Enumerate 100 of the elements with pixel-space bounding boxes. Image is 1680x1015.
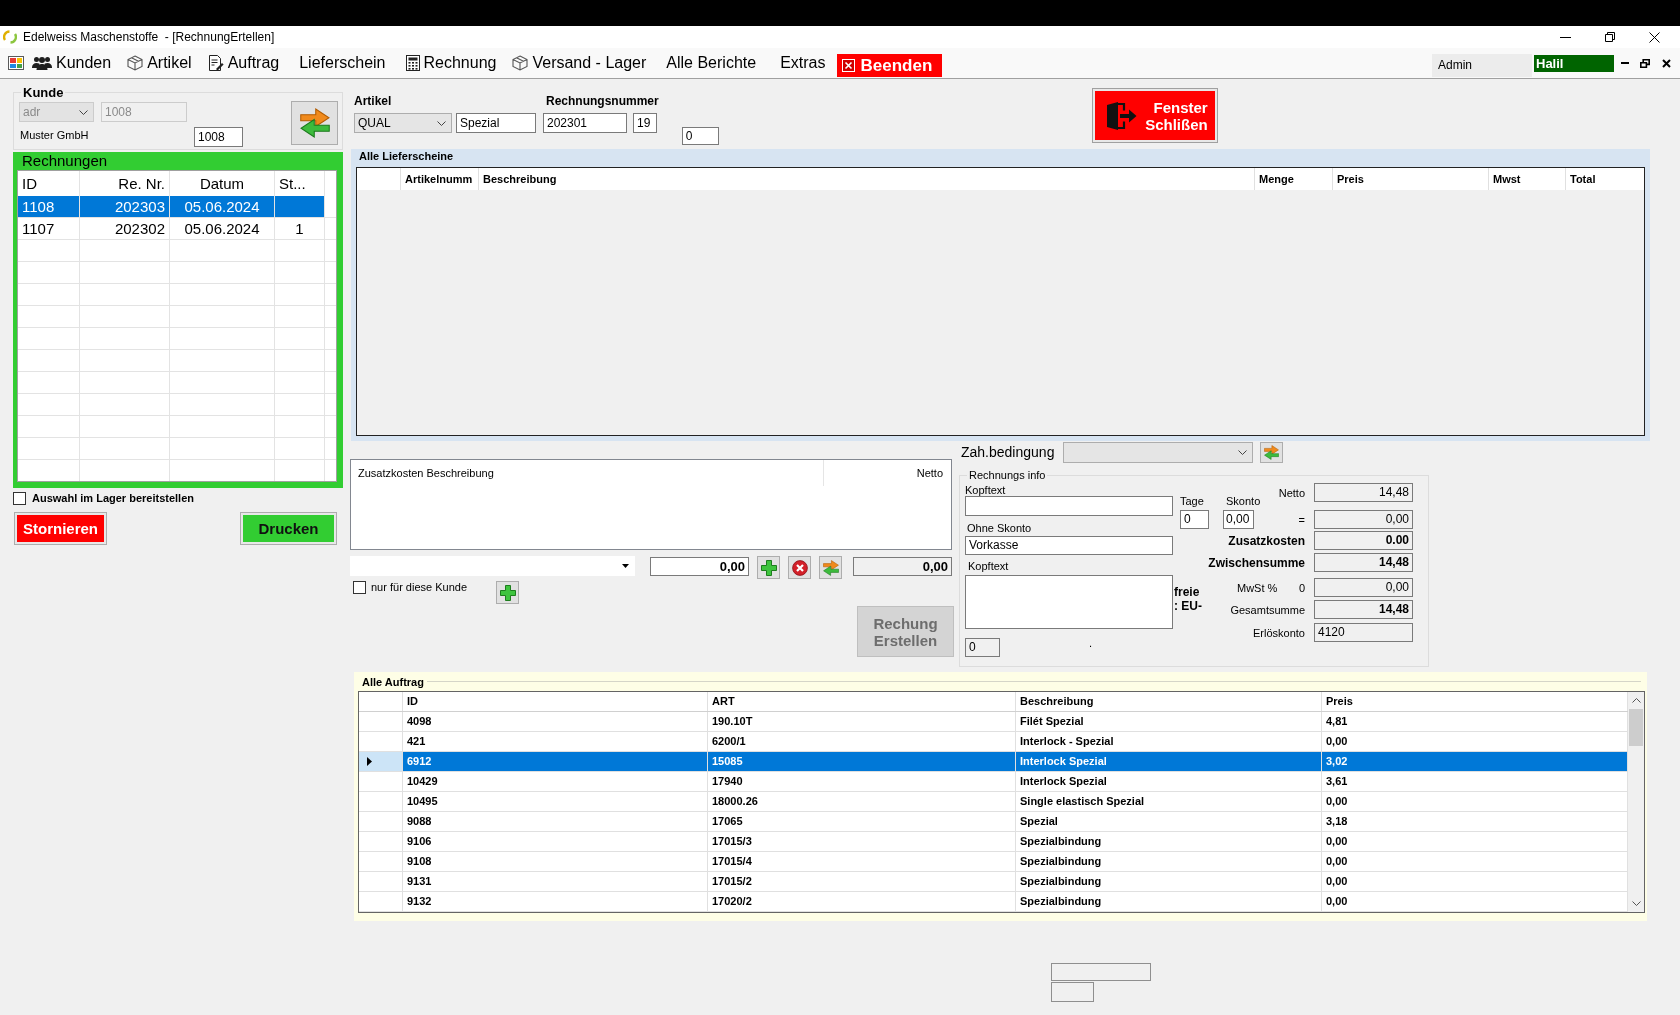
table-row[interactable]: 1108 202303 05.06.2024 (18, 196, 336, 218)
text-field[interactable]: 202301 (543, 113, 627, 133)
add-button[interactable] (757, 556, 780, 579)
column-header[interactable]: Beschreibung (479, 168, 1255, 190)
chevron-down-icon[interactable] (1631, 901, 1641, 906)
table-cell: 17020/2 (708, 892, 1016, 911)
table-row[interactable]: 6912 15085 Interlock Spezial 3,02 (359, 752, 1628, 772)
minimize-icon[interactable] (1560, 36, 1571, 38)
group-title: Alle Auftrag (362, 674, 424, 689)
chevron-down-icon (79, 109, 88, 115)
column-header[interactable]: Netto (824, 460, 950, 486)
text-field[interactable]: Vorkasse (965, 536, 1173, 555)
column-header[interactable]: Beschreibung (1016, 692, 1322, 711)
swap-button[interactable] (291, 101, 338, 145)
label: Tage (1180, 495, 1205, 508)
table-row[interactable]: 10495 18000.26 Single elastisch Spezial 0,00 (359, 792, 1628, 812)
text-field[interactable]: 14,48 (1314, 483, 1413, 502)
column-header[interactable]: Menge (1255, 168, 1333, 190)
column-header[interactable]: Artikelnumm (401, 168, 479, 190)
column-header[interactable]: Mwst (1489, 168, 1566, 190)
text-field[interactable]: 0 (1180, 510, 1209, 529)
caret-right-icon (367, 757, 372, 766)
text-field[interactable]: 0,00 (1314, 510, 1413, 529)
table-row[interactable]: 9132 17020/2 Spezialbindung 0,00 (359, 892, 1628, 912)
text-field[interactable]: 0.00 (1314, 531, 1413, 550)
text-field[interactable]: 0,00 (853, 557, 952, 576)
menu-item[interactable]: Lieferschein (287, 51, 398, 75)
empty-field[interactable] (1051, 982, 1094, 1002)
swap-arrows-icon (299, 108, 330, 138)
menu-item[interactable]: Alle Berichte (654, 51, 769, 75)
menu-item[interactable]: Extras (768, 51, 838, 75)
text-field[interactable]: 14,48 (1314, 553, 1413, 572)
checkbox-label: nur für diese Kunde (371, 581, 467, 594)
label: Erlöskonto (1253, 626, 1305, 640)
text-field[interactable] (965, 496, 1173, 516)
text-field[interactable]: 1008 (194, 127, 243, 147)
table-cell: 05.06.2024 (170, 218, 275, 239)
text-field[interactable]: Spezial (456, 113, 536, 133)
table-row[interactable]: 9131 17015/2 Spezialbindung 0,00 (359, 872, 1628, 892)
menu-item[interactable]: Auftrag (199, 51, 288, 75)
cancel-button[interactable]: Stornieren (14, 512, 107, 545)
table-cell: Interlock Spezial (1016, 752, 1322, 771)
table-cell: 9088 (403, 812, 708, 831)
table-cell: 15085 (708, 752, 1016, 771)
text-field[interactable]: 0 (965, 638, 1000, 657)
text-field[interactable]: 0,00 (1314, 578, 1413, 597)
table-row[interactable]: 9088 17065 Spezial 3,18 (359, 812, 1628, 832)
table-row[interactable]: 4098 190.10T Filét Spezial 4,81 (359, 712, 1628, 732)
table-cell: 190.10T (708, 712, 1016, 731)
text-field[interactable]: 4120 (1314, 623, 1413, 642)
restore-icon[interactable] (1605, 32, 1615, 42)
column-header[interactable]: Zusatzkosten Beschreibung (351, 460, 824, 486)
user-role-field: Admin (1432, 54, 1532, 77)
table-cell: 421 (403, 732, 708, 751)
label: Rechnungsnummer (546, 94, 659, 108)
text-area[interactable] (965, 575, 1173, 629)
table-row[interactable]: 9106 17015/3 Spezialbindung 0,00 (359, 832, 1628, 852)
menu-item[interactable]: Versand - Lager (504, 51, 655, 75)
swap-button[interactable] (819, 556, 842, 579)
window-tiles-icon[interactable] (8, 56, 24, 70)
table-cell: 6912 (403, 752, 708, 771)
scrollbar-thumb[interactable] (1629, 709, 1643, 746)
checkbox[interactable] (353, 581, 366, 594)
delete-button[interactable] (788, 556, 811, 579)
column-header[interactable]: ID (403, 692, 708, 711)
close-icon[interactable] (1649, 31, 1660, 43)
text-field[interactable]: 0,00 (650, 557, 749, 576)
empty-field[interactable] (1051, 963, 1151, 981)
menu-item[interactable]: Artikel (119, 51, 200, 75)
text-field[interactable]: 19 (633, 113, 657, 133)
table-row[interactable]: 1107 202302 05.06.2024 1 (18, 218, 336, 240)
column-header[interactable]: Preis (1333, 168, 1489, 190)
column-header[interactable]: ART (708, 692, 1016, 711)
table-cell: 1107 (18, 218, 80, 239)
table-row[interactable]: 10429 17940 Interlock Spezial 3,61 (359, 772, 1628, 792)
label: Artikel (354, 94, 392, 108)
menu-item[interactable]: Kunden (24, 51, 120, 75)
checkbox[interactable] (13, 492, 26, 505)
window-title: Edelweiss Maschenstoffe - [RechnungErtellen] (23, 30, 275, 44)
table-cell: 4098 (403, 712, 708, 731)
print-button[interactable]: Drucken (240, 512, 337, 545)
table-cell: 17015/3 (708, 832, 1016, 851)
add-button[interactable] (496, 581, 519, 604)
label: 0 (1298, 581, 1305, 595)
text-field[interactable]: 14,48 (1314, 600, 1413, 619)
close-icon[interactable] (1662, 58, 1671, 68)
label: . (1089, 638, 1093, 648)
dropdown[interactable]: QUAL (354, 113, 452, 133)
menu-item[interactable]: Rechnung (397, 51, 505, 75)
restore-icon[interactable] (1640, 58, 1650, 68)
text-field[interactable]: 0 (681, 127, 719, 145)
chevron-up-icon[interactable] (1631, 698, 1641, 703)
scrollbar[interactable] (1628, 692, 1644, 912)
text-field[interactable]: 0,00 (1223, 510, 1254, 529)
label: Zusatzkosten (1228, 534, 1305, 548)
swap-button[interactable] (1260, 441, 1284, 463)
column-header[interactable]: Total (1566, 168, 1644, 190)
close-window-button[interactable]: Fenster Schlißen (1091, 88, 1218, 143)
table-cell: 17065 (708, 812, 1016, 831)
table-row[interactable]: 9108 17015/4 Spezialbindung 0,00 (359, 852, 1628, 872)
